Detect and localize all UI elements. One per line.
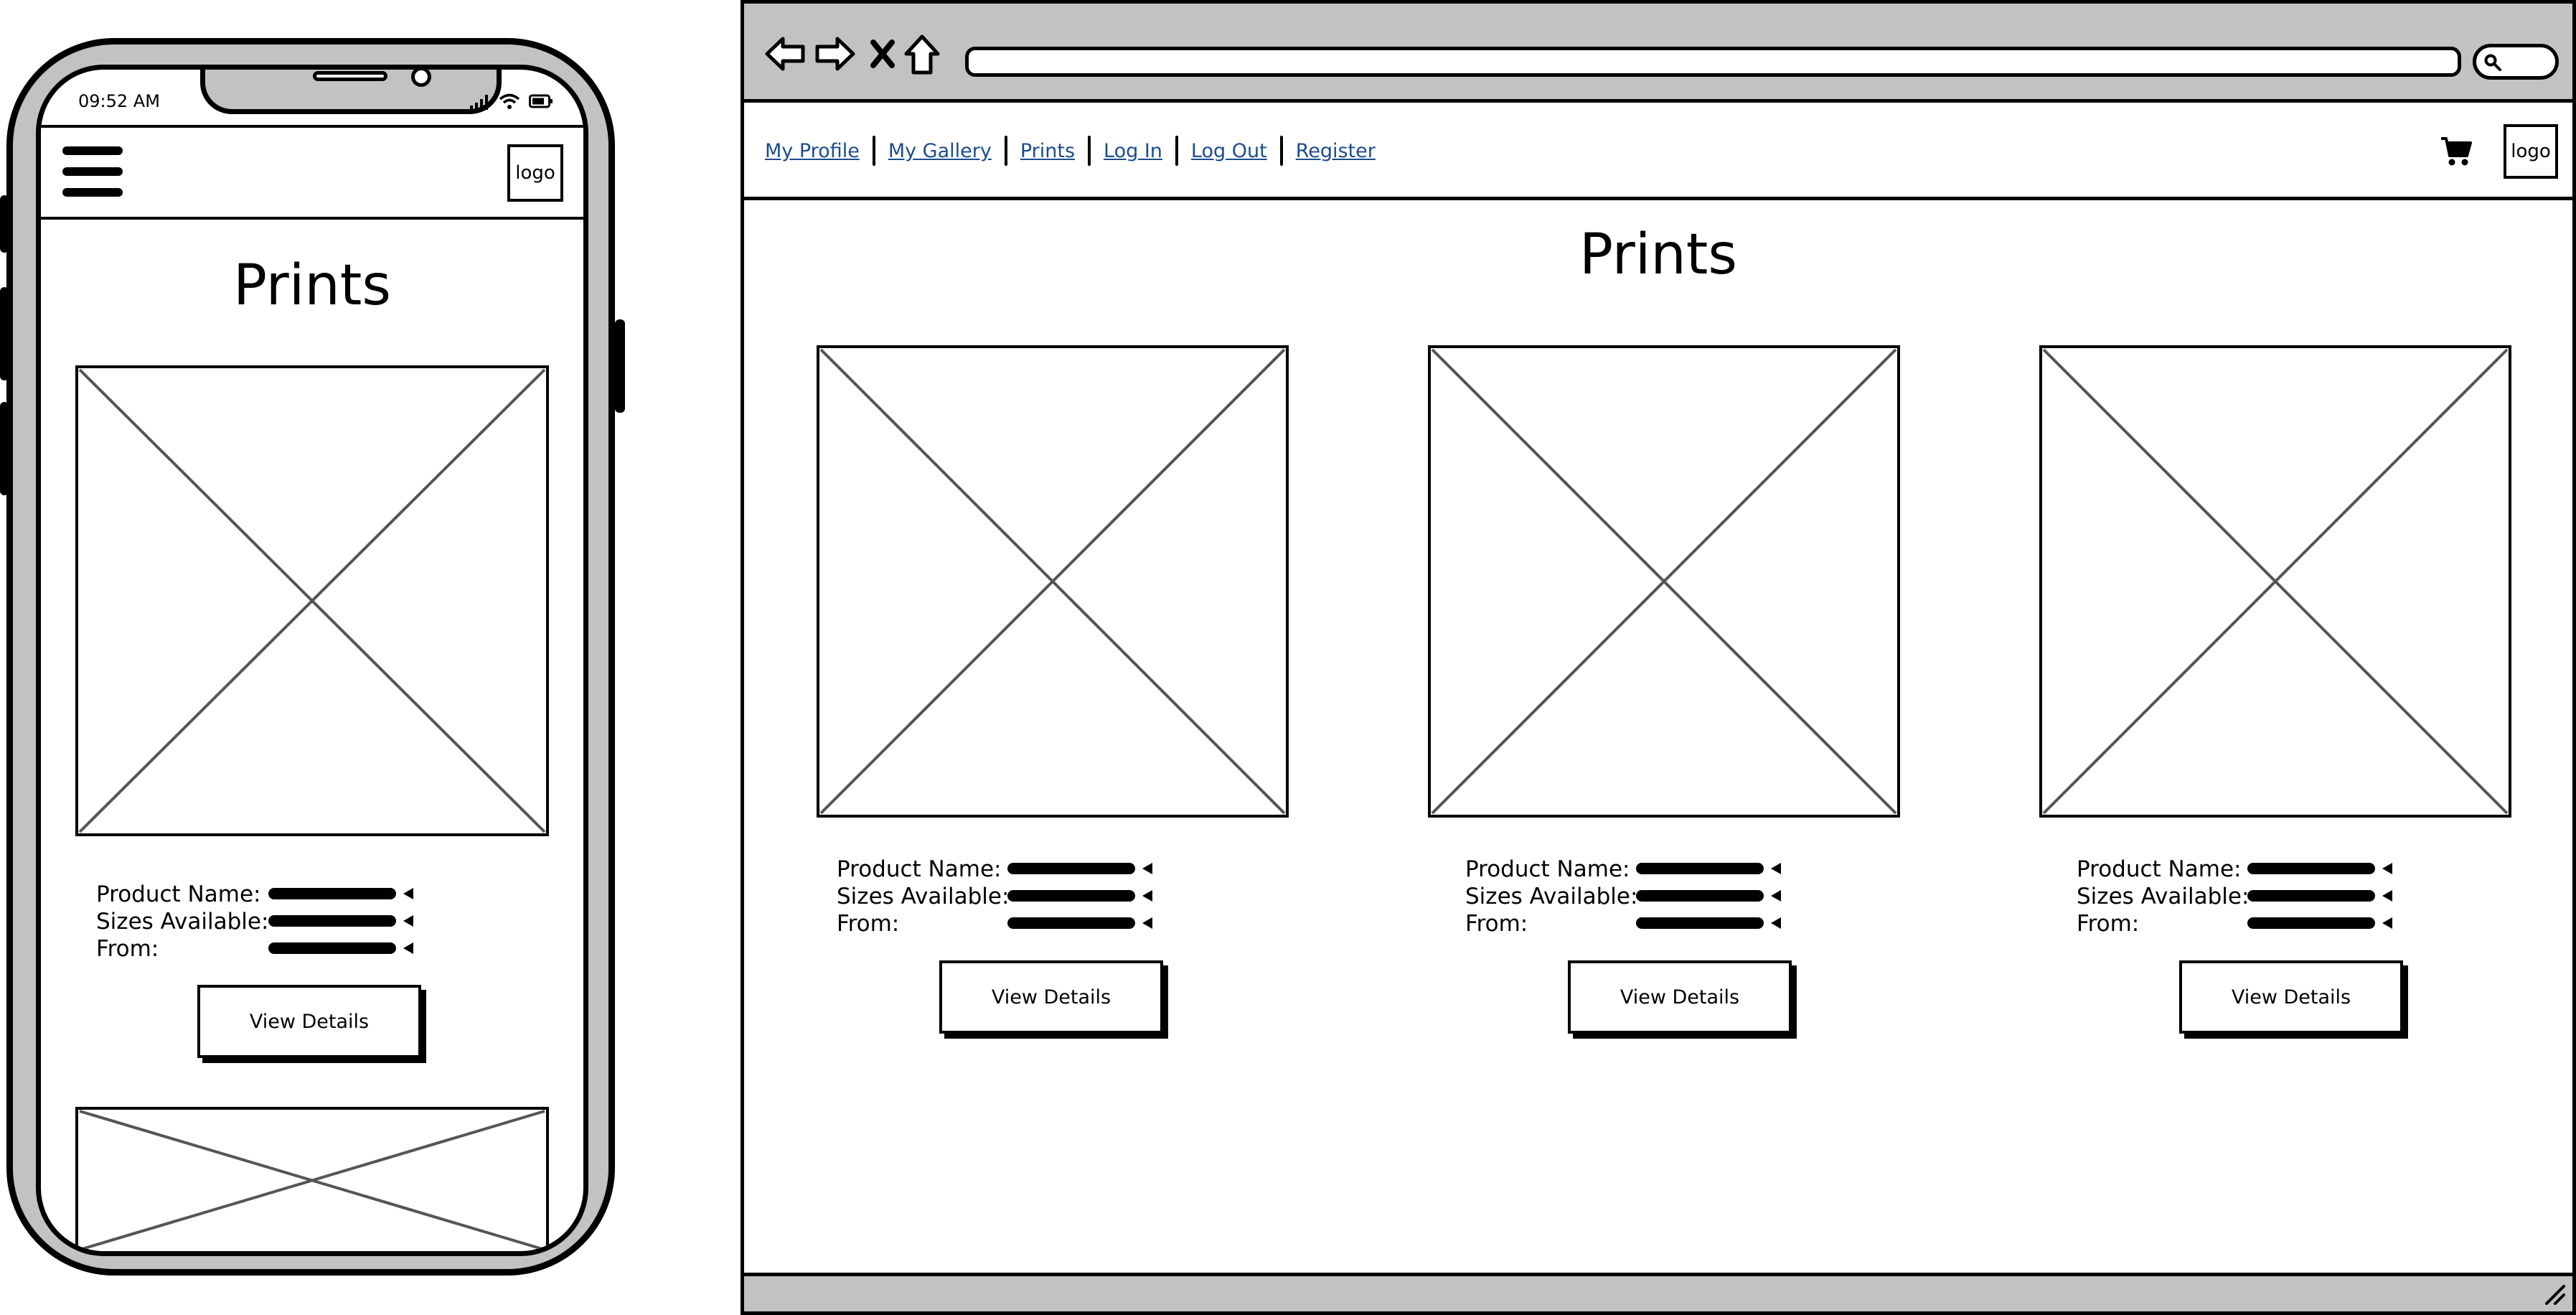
nav-separator xyxy=(1175,136,1178,166)
browser-toolbar xyxy=(744,4,2572,103)
text-placeholder xyxy=(1007,863,1152,874)
product-info: Product Name: Sizes Available: From: xyxy=(1465,856,1824,937)
nav-separator xyxy=(1088,136,1091,166)
text-placeholder xyxy=(1636,917,1781,929)
phone-side-button-volume-up xyxy=(0,287,9,380)
page-title: Prints xyxy=(1579,223,1738,287)
text-placeholder xyxy=(1007,917,1152,929)
logo[interactable]: logo xyxy=(507,144,563,202)
image-placeholder-icon xyxy=(75,1107,549,1251)
view-details-button[interactable]: View Details xyxy=(939,960,1163,1034)
page-title: Prints xyxy=(232,253,392,318)
hamburger-menu-icon[interactable] xyxy=(62,146,123,197)
browser-window: My Profile My Gallery Prints Log In Log … xyxy=(741,0,2576,1315)
nav-separator xyxy=(1004,136,1007,166)
phone-navbar: logo xyxy=(41,125,583,220)
search-icon xyxy=(2484,54,2501,71)
phone-side-button-top xyxy=(0,195,9,253)
nav-link-prints[interactable]: Prints xyxy=(1020,140,1075,162)
status-time: 09:52 AM xyxy=(78,91,160,111)
home-icon[interactable] xyxy=(903,34,941,75)
battery-icon xyxy=(529,94,553,108)
site-navbar: My Profile My Gallery Prints Log In Log … xyxy=(744,103,2572,200)
phone-side-button-volume-down xyxy=(0,402,9,495)
product-name-label: Product Name: xyxy=(2077,856,2242,882)
sizes-available-label: Sizes Available: xyxy=(2077,884,2250,909)
back-arrow-icon[interactable] xyxy=(764,35,806,72)
product-name-label: Product Name: xyxy=(96,881,261,907)
image-placeholder-icon xyxy=(2039,345,2511,818)
nav-separator xyxy=(872,136,875,166)
address-bar[interactable] xyxy=(965,47,2461,77)
product-name-label: Product Name: xyxy=(1465,856,1630,882)
nav-link-log-out[interactable]: Log Out xyxy=(1191,140,1267,162)
browser-status-bar xyxy=(744,1273,2572,1311)
speaker-icon xyxy=(313,71,387,81)
resize-grip-icon[interactable] xyxy=(2542,1282,2567,1306)
nav-link-register[interactable]: Register xyxy=(1296,140,1376,162)
product-info: Product Name: Sizes Available: From: xyxy=(837,856,1195,937)
sizes-available-label: Sizes Available: xyxy=(837,884,1010,909)
wifi-icon xyxy=(499,93,520,109)
text-placeholder xyxy=(1007,890,1152,902)
text-placeholder xyxy=(1636,863,1781,874)
phone-screen: 09:52 AM logo Prints Product Name: Sizes… xyxy=(36,65,588,1256)
text-placeholder xyxy=(268,942,413,954)
text-placeholder xyxy=(268,888,413,899)
image-placeholder-icon xyxy=(817,345,1289,818)
image-placeholder-icon xyxy=(1428,345,1900,818)
logo[interactable]: logo xyxy=(2504,124,2558,179)
nav-link-log-in[interactable]: Log In xyxy=(1104,140,1162,162)
text-placeholder xyxy=(2247,917,2392,929)
phone-side-button-power xyxy=(615,319,625,413)
camera-icon xyxy=(411,70,431,87)
logo-label: logo xyxy=(2511,141,2551,162)
nav-separator xyxy=(1279,136,1283,166)
search-field[interactable] xyxy=(2473,44,2559,80)
nav-links: My Profile My Gallery Prints Log In Log … xyxy=(765,136,1376,166)
view-details-button[interactable]: View Details xyxy=(197,985,421,1058)
product-info: Product Name: Sizes Available: From: xyxy=(96,881,455,963)
phone-notch xyxy=(200,70,502,114)
product-info: Product Name: Sizes Available: From: xyxy=(2077,856,2435,937)
from-label: From: xyxy=(1465,911,1528,937)
from-label: From: xyxy=(96,936,159,962)
cart-icon[interactable] xyxy=(2440,134,2473,167)
product-name-label: Product Name: xyxy=(837,856,1002,882)
close-icon[interactable] xyxy=(870,39,895,68)
nav-link-my-gallery[interactable]: My Gallery xyxy=(888,140,992,162)
logo-label: logo xyxy=(515,162,555,184)
sizes-available-label: Sizes Available: xyxy=(96,909,269,935)
forward-arrow-icon[interactable] xyxy=(814,35,856,72)
sizes-available-label: Sizes Available: xyxy=(1465,884,1638,909)
text-placeholder xyxy=(268,915,413,927)
view-details-button[interactable]: View Details xyxy=(2179,960,2403,1034)
signal-icon xyxy=(470,95,488,110)
text-placeholder xyxy=(2247,863,2392,874)
text-placeholder xyxy=(2247,890,2392,902)
from-label: From: xyxy=(837,911,900,937)
view-details-button[interactable]: View Details xyxy=(1568,960,1792,1034)
from-label: From: xyxy=(2077,911,2140,937)
image-placeholder-icon xyxy=(75,365,549,836)
nav-link-my-profile[interactable]: My Profile xyxy=(765,140,860,162)
text-placeholder xyxy=(1636,890,1781,902)
